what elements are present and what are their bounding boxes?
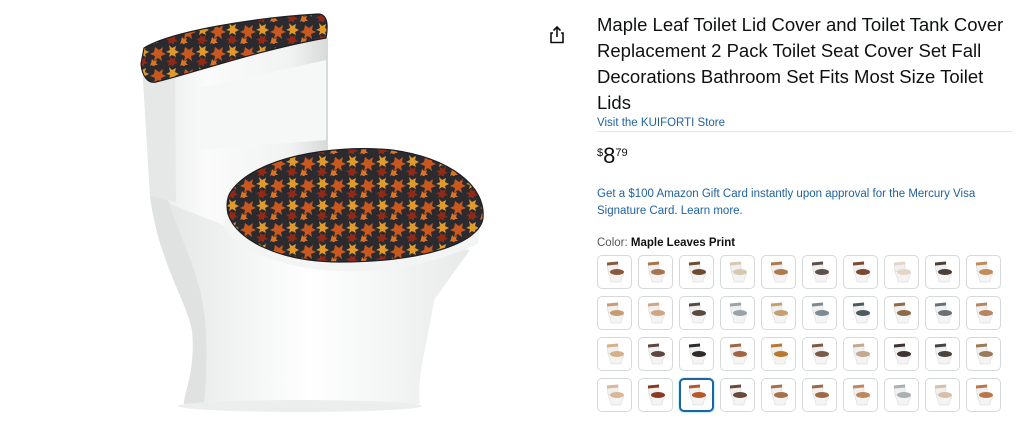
swatch-toilet-icon [647,384,665,406]
color-swatch[interactable] [802,296,837,330]
swatch-toilet-icon [811,343,829,365]
swatch-toilet-icon [975,302,993,324]
color-swatch[interactable] [638,296,673,330]
color-swatch[interactable] [597,296,632,330]
swatch-toilet-icon [688,343,706,365]
color-swatch[interactable] [884,255,919,289]
color-swatch[interactable] [720,255,755,289]
swatch-toilet-icon [893,261,911,283]
color-swatch[interactable] [802,255,837,289]
color-swatch[interactable] [843,378,878,412]
color-swatch[interactable] [679,337,714,371]
color-swatch[interactable] [761,296,796,330]
color-swatch[interactable] [761,255,796,289]
swatch-toilet-icon [811,261,829,283]
swatch-toilet-icon [770,261,788,283]
product-title: Maple Leaf Toilet Lid Cover and Toilet T… [597,14,1004,113]
color-swatch[interactable] [966,296,1001,330]
swatch-toilet-icon [770,343,788,365]
color-swatch[interactable] [679,255,714,289]
swatch-toilet-icon [688,302,706,324]
color-swatch[interactable] [720,337,755,371]
color-swatch[interactable] [597,255,632,289]
color-swatch[interactable] [720,296,755,330]
color-swatch[interactable] [679,296,714,330]
color-swatch[interactable] [884,296,919,330]
color-swatch[interactable] [638,337,673,371]
divider [597,131,1012,132]
color-swatch[interactable] [638,378,673,412]
color-swatch[interactable] [761,337,796,371]
swatch-toilet-icon [688,384,706,406]
store-link[interactable]: Visit the KUIFORTI Store [597,117,1012,129]
share-icon [550,26,564,44]
swatch-toilet-icon [647,302,665,324]
color-swatch[interactable] [925,378,960,412]
swatch-toilet-icon [647,261,665,283]
price: $ 8 79 [597,144,1012,168]
color-swatch[interactable] [597,337,632,371]
swatch-toilet-icon [606,302,624,324]
price-whole: 8 [603,143,616,168]
color-swatch[interactable] [966,255,1001,289]
swatch-toilet-icon [852,302,870,324]
swatch-toilet-icon [934,343,952,365]
swatch-toilet-icon [729,302,747,324]
swatch-toilet-icon [852,384,870,406]
color-swatch[interactable] [720,378,755,412]
color-swatch[interactable] [884,337,919,371]
color-swatch[interactable] [802,378,837,412]
swatch-toilet-icon [893,384,911,406]
swatch-toilet-icon [975,384,993,406]
swatch-toilet-icon [975,343,993,365]
color-label-text: Color: [597,237,628,249]
color-swatch[interactable] [966,378,1001,412]
color-swatch[interactable] [638,255,673,289]
swatch-toilet-icon [934,302,952,324]
color-swatch[interactable] [802,337,837,371]
color-swatch[interactable] [597,378,632,412]
swatch-toilet-icon [975,261,993,283]
swatch-toilet-icon [811,384,829,406]
product-details: Maple Leaf Toilet Lid Cover and Toilet T… [597,12,1012,412]
swatch-toilet-icon [606,261,624,283]
swatch-toilet-icon [606,384,624,406]
price-fraction: 79 [615,147,628,159]
color-swatch[interactable] [679,378,714,412]
product-image[interactable] [0,0,540,425]
swatch-toilet-icon [893,302,911,324]
color-swatch[interactable] [843,255,878,289]
gift-card-promo-link[interactable]: Get a $100 Amazon Gift Card instantly up… [597,186,997,220]
color-swatch-grid [597,255,1012,412]
color-swatch[interactable] [925,337,960,371]
swatch-toilet-icon [729,343,747,365]
swatch-toilet-icon [934,384,952,406]
color-selector-label: Color: Maple Leaves Print [597,237,1012,249]
swatch-toilet-icon [934,261,952,283]
color-value: Maple Leaves Print [630,237,736,249]
swatch-toilet-icon [729,261,747,283]
color-swatch[interactable] [843,296,878,330]
swatch-toilet-icon [852,343,870,365]
swatch-toilet-icon [729,384,747,406]
color-swatch[interactable] [884,378,919,412]
color-swatch[interactable] [966,337,1001,371]
swatch-toilet-icon [688,261,706,283]
swatch-toilet-icon [770,302,788,324]
color-swatch[interactable] [925,296,960,330]
swatch-toilet-icon [852,261,870,283]
swatch-toilet-icon [770,384,788,406]
share-button[interactable] [546,24,568,46]
swatch-toilet-icon [647,343,665,365]
toilet-illustration [140,13,484,412]
swatch-toilet-icon [606,343,624,365]
swatch-toilet-icon [893,343,911,365]
color-swatch[interactable] [761,378,796,412]
swatch-toilet-icon [811,302,829,324]
color-swatch[interactable] [843,337,878,371]
color-swatch[interactable] [925,255,960,289]
